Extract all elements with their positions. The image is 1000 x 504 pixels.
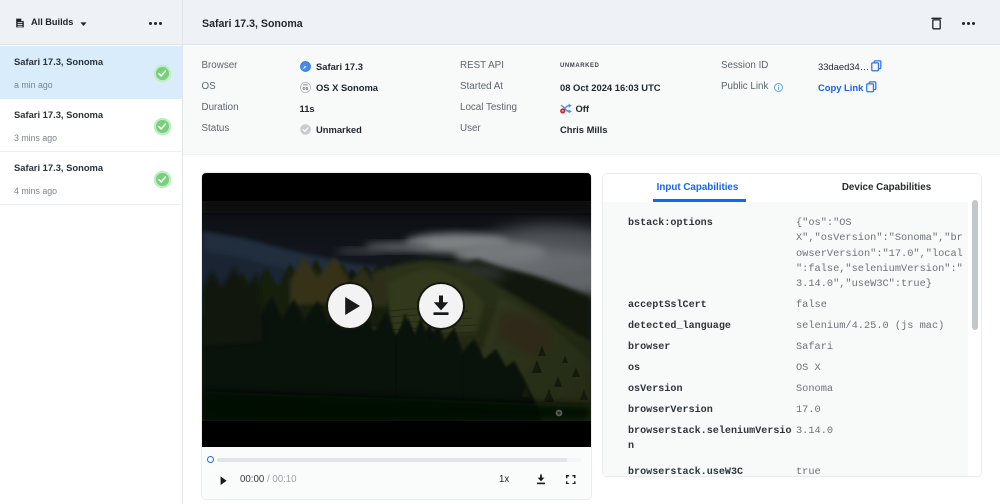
svg-text:os: os (302, 86, 308, 92)
